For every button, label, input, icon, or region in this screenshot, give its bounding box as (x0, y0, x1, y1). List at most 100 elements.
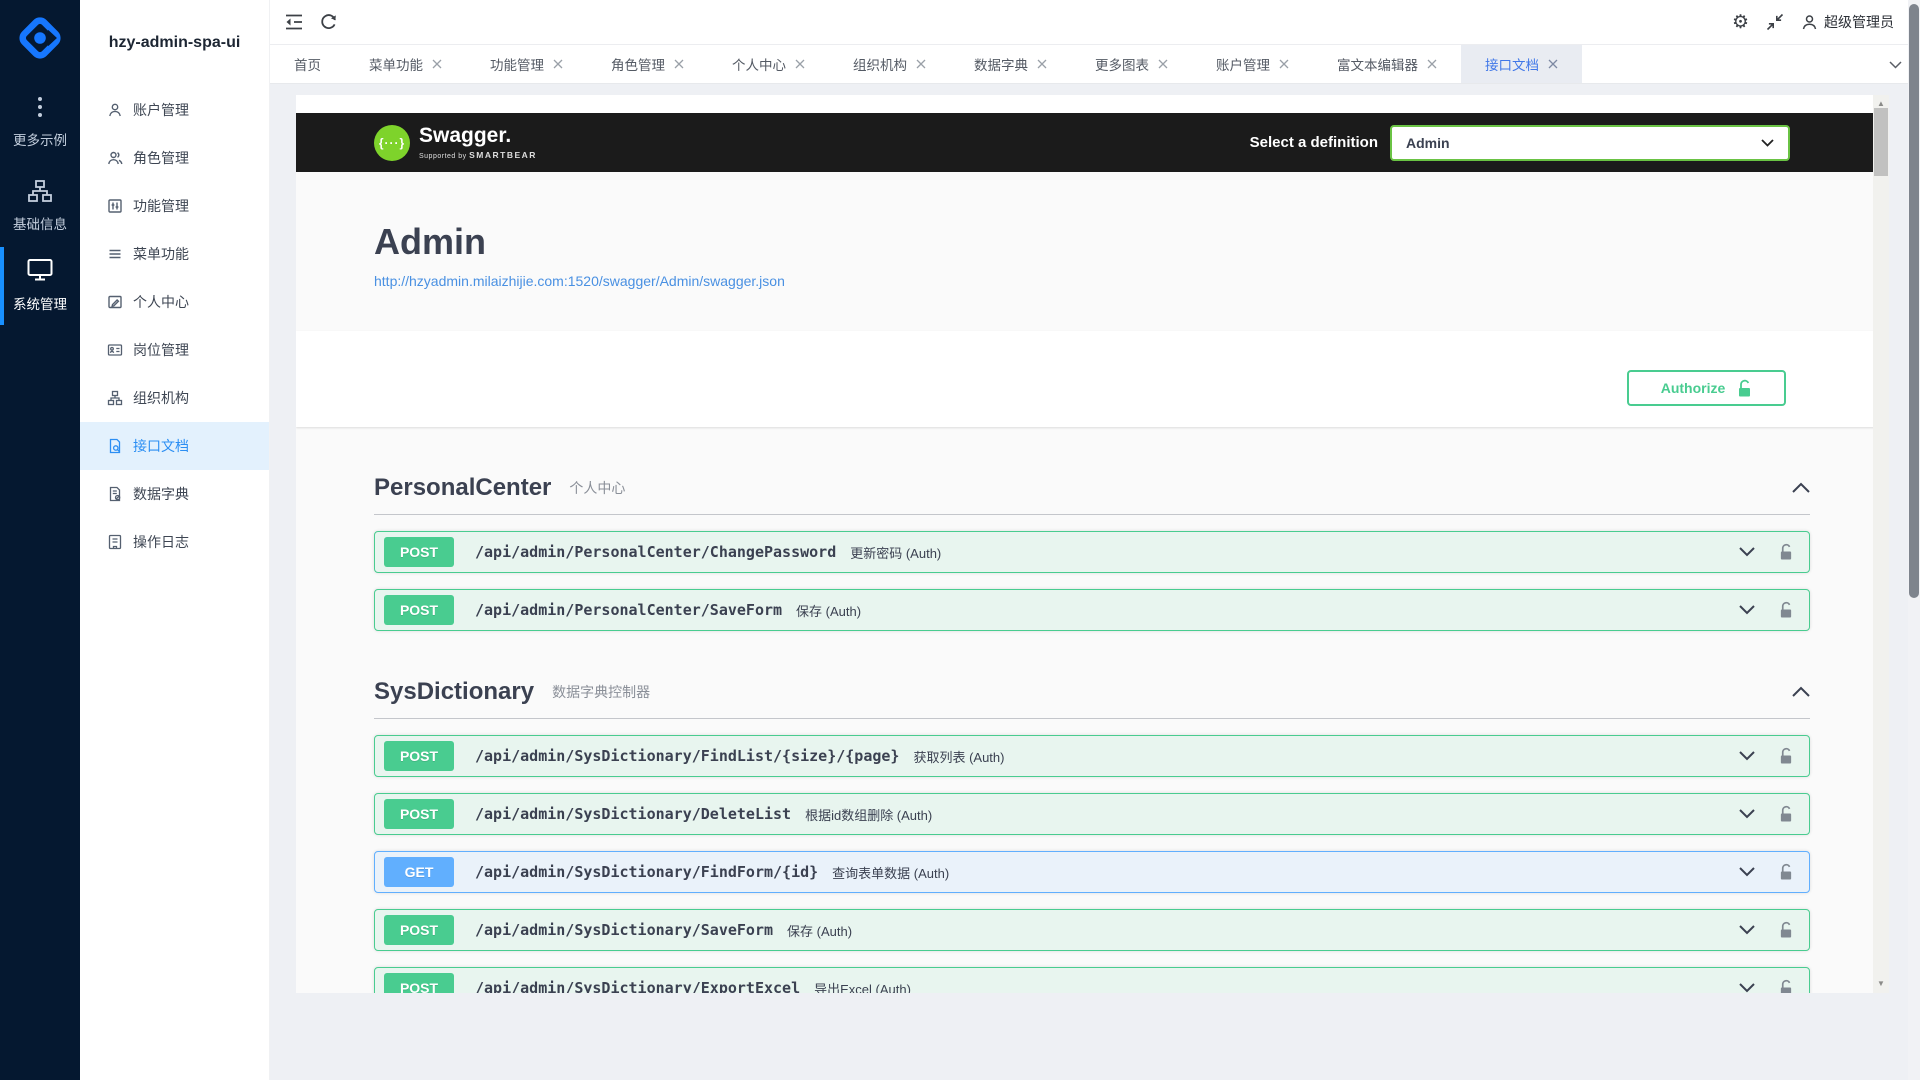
sidebar-item-label: 岗位管理 (133, 340, 189, 360)
auth-lock-icon[interactable] (1779, 921, 1793, 939)
sidebar-item-organization[interactable]: 组织机构 (80, 374, 269, 422)
chevron-up-icon[interactable] (1792, 686, 1810, 697)
auth-lock-icon[interactable] (1779, 747, 1793, 765)
iframe-scrollbar[interactable]: ▲ ▼ (1873, 95, 1889, 993)
tab-home[interactable]: 首页 (270, 45, 345, 83)
tab-personal-center[interactable]: 个人中心 (708, 45, 829, 83)
user-avatar-icon (1801, 14, 1818, 31)
authorize-label: Authorize (1661, 380, 1726, 396)
close-icon[interactable] (795, 59, 805, 69)
sidebar-item-roles[interactable]: 角色管理 (80, 134, 269, 182)
api-title: Admin (374, 222, 1889, 262)
chevron-up-icon[interactable] (1792, 482, 1810, 493)
chevron-down-icon[interactable] (1739, 809, 1755, 819)
scroll-down-arrow-icon[interactable]: ▼ (1873, 977, 1889, 989)
chevron-down-icon[interactable] (1739, 983, 1755, 993)
sidebar-item-operation-log[interactable]: 操作日志 (80, 518, 269, 566)
operation-row[interactable]: POST /api/admin/SysDictionary/SaveForm 保… (374, 909, 1810, 951)
sidebar-item-label: 角色管理 (133, 148, 189, 168)
authorize-button[interactable]: Authorize (1627, 370, 1786, 406)
close-icon[interactable] (1279, 59, 1289, 69)
tab-label: 角色管理 (611, 54, 665, 74)
rail-item-label: 基础信息 (13, 213, 67, 233)
doc-log-icon (107, 534, 123, 550)
tab-rich-text-editor[interactable]: 富文本编辑器 (1313, 45, 1461, 83)
operation-row[interactable]: POST /api/admin/SysDictionary/ExportExce… (374, 967, 1810, 993)
tab-label: 接口文档 (1485, 54, 1539, 74)
close-icon[interactable] (553, 59, 563, 69)
sidebar-item-label: 操作日志 (133, 532, 189, 552)
rail-item-system-management[interactable]: 系统管理 (0, 258, 80, 313)
swagger-logo: {···} Swagger. Supported by SMARTBEAR (374, 125, 537, 161)
chevron-down-icon[interactable] (1739, 605, 1755, 615)
operation-row[interactable]: POST /api/admin/SysDictionary/DeleteList… (374, 793, 1810, 835)
chevron-down-icon[interactable] (1739, 867, 1755, 877)
close-icon[interactable] (432, 59, 442, 69)
refresh-icon[interactable] (319, 13, 338, 32)
auth-lock-icon[interactable] (1779, 543, 1793, 561)
operation-path: /api/admin/SysDictionary/FindList/{size}… (475, 747, 899, 765)
operation-row[interactable]: POST /api/admin/PersonalCenter/ChangePas… (374, 531, 1810, 573)
tab-menus[interactable]: 菜单功能 (345, 45, 466, 83)
doc-dict-icon (107, 486, 123, 502)
swagger-info: Admin http://hzyadmin.milaizhijie.com:15… (296, 172, 1889, 331)
tab-dictionary[interactable]: 数据字典 (950, 45, 1071, 83)
auth-lock-icon[interactable] (1779, 979, 1793, 993)
operation-row[interactable]: POST /api/admin/SysDictionary/FindList/{… (374, 735, 1810, 777)
definition-select[interactable]: Admin (1390, 125, 1790, 161)
sidebar-item-api-docs[interactable]: 接口文档 (80, 422, 269, 470)
page-scrollbar-thumb[interactable] (1909, 4, 1919, 598)
sidebar-fold-icon[interactable] (284, 13, 304, 31)
tab-more-charts[interactable]: 更多图表 (1071, 45, 1192, 83)
user-icon (107, 102, 123, 118)
operation-row[interactable]: POST /api/admin/PersonalCenter/SaveForm … (374, 589, 1810, 631)
section-name: SysDictionary (374, 678, 534, 706)
user-menu[interactable]: 超级管理员 (1801, 12, 1894, 32)
auth-lock-icon[interactable] (1779, 601, 1793, 619)
fullscreen-compress-icon[interactable] (1766, 13, 1784, 31)
close-icon[interactable] (1037, 59, 1047, 69)
auth-lock-icon[interactable] (1779, 805, 1793, 823)
sidebar-item-label: 数据字典 (133, 484, 189, 504)
sidebar-item-dictionary[interactable]: 数据字典 (80, 470, 269, 518)
section-header-sysdictionary[interactable]: SysDictionary 数据字典控制器 (374, 665, 1810, 719)
tab-organization[interactable]: 组织机构 (829, 45, 950, 83)
section-header-personalcenter[interactable]: PersonalCenter 个人中心 (374, 461, 1810, 515)
close-icon[interactable] (1548, 59, 1558, 69)
sidebar-item-functions[interactable]: 功能管理 (80, 182, 269, 230)
operation-row[interactable]: GET /api/admin/SysDictionary/FindForm/{i… (374, 851, 1810, 893)
sidebar-item-personal-center[interactable]: 个人中心 (80, 278, 269, 326)
rail-item-more-examples[interactable]: 更多示例 (0, 96, 80, 149)
chevron-down-icon[interactable] (1739, 925, 1755, 935)
chevron-down-icon[interactable] (1739, 751, 1755, 761)
org-nodes-icon (107, 390, 123, 406)
page-scrollbar[interactable] (1908, 0, 1920, 1080)
close-icon[interactable] (1427, 59, 1437, 69)
tab-label: 个人中心 (732, 54, 786, 74)
sidebar-item-accounts[interactable]: 账户管理 (80, 86, 269, 134)
unlock-icon (1737, 379, 1752, 398)
swagger-top-gap (296, 95, 1889, 113)
tab-api-docs[interactable]: 接口文档 (1461, 45, 1582, 83)
rail-item-basic-info[interactable]: 基础信息 (0, 180, 80, 233)
close-icon[interactable] (1158, 59, 1168, 69)
sidebar: hzy-admin-spa-ui 账户管理 角色管理 功能管理 菜单功能 个人中… (80, 0, 270, 1080)
chevron-down-icon (1761, 139, 1774, 147)
settings-gear-icon[interactable]: ⚙ (1732, 13, 1749, 32)
tab-functions[interactable]: 功能管理 (466, 45, 587, 83)
tab-label: 功能管理 (490, 54, 544, 74)
tab-options-chevron-icon[interactable] (1889, 45, 1902, 84)
chevron-down-icon[interactable] (1739, 547, 1755, 557)
spec-url-link[interactable]: http://hzyadmin.milaizhijie.com:1520/swa… (374, 273, 785, 289)
sidebar-item-menus[interactable]: 菜单功能 (80, 230, 269, 278)
iframe-scrollbar-thumb[interactable] (1874, 108, 1888, 176)
auth-lock-icon[interactable] (1779, 863, 1793, 881)
close-icon[interactable] (674, 59, 684, 69)
menu-lines-icon (107, 246, 123, 262)
close-icon[interactable] (916, 59, 926, 69)
tab-accounts[interactable]: 账户管理 (1192, 45, 1313, 83)
operation-summary: 根据id数组删除 (Auth) (805, 805, 932, 824)
tab-roles[interactable]: 角色管理 (587, 45, 708, 83)
section-description: 数据字典控制器 (552, 682, 650, 702)
sidebar-item-positions[interactable]: 岗位管理 (80, 326, 269, 374)
